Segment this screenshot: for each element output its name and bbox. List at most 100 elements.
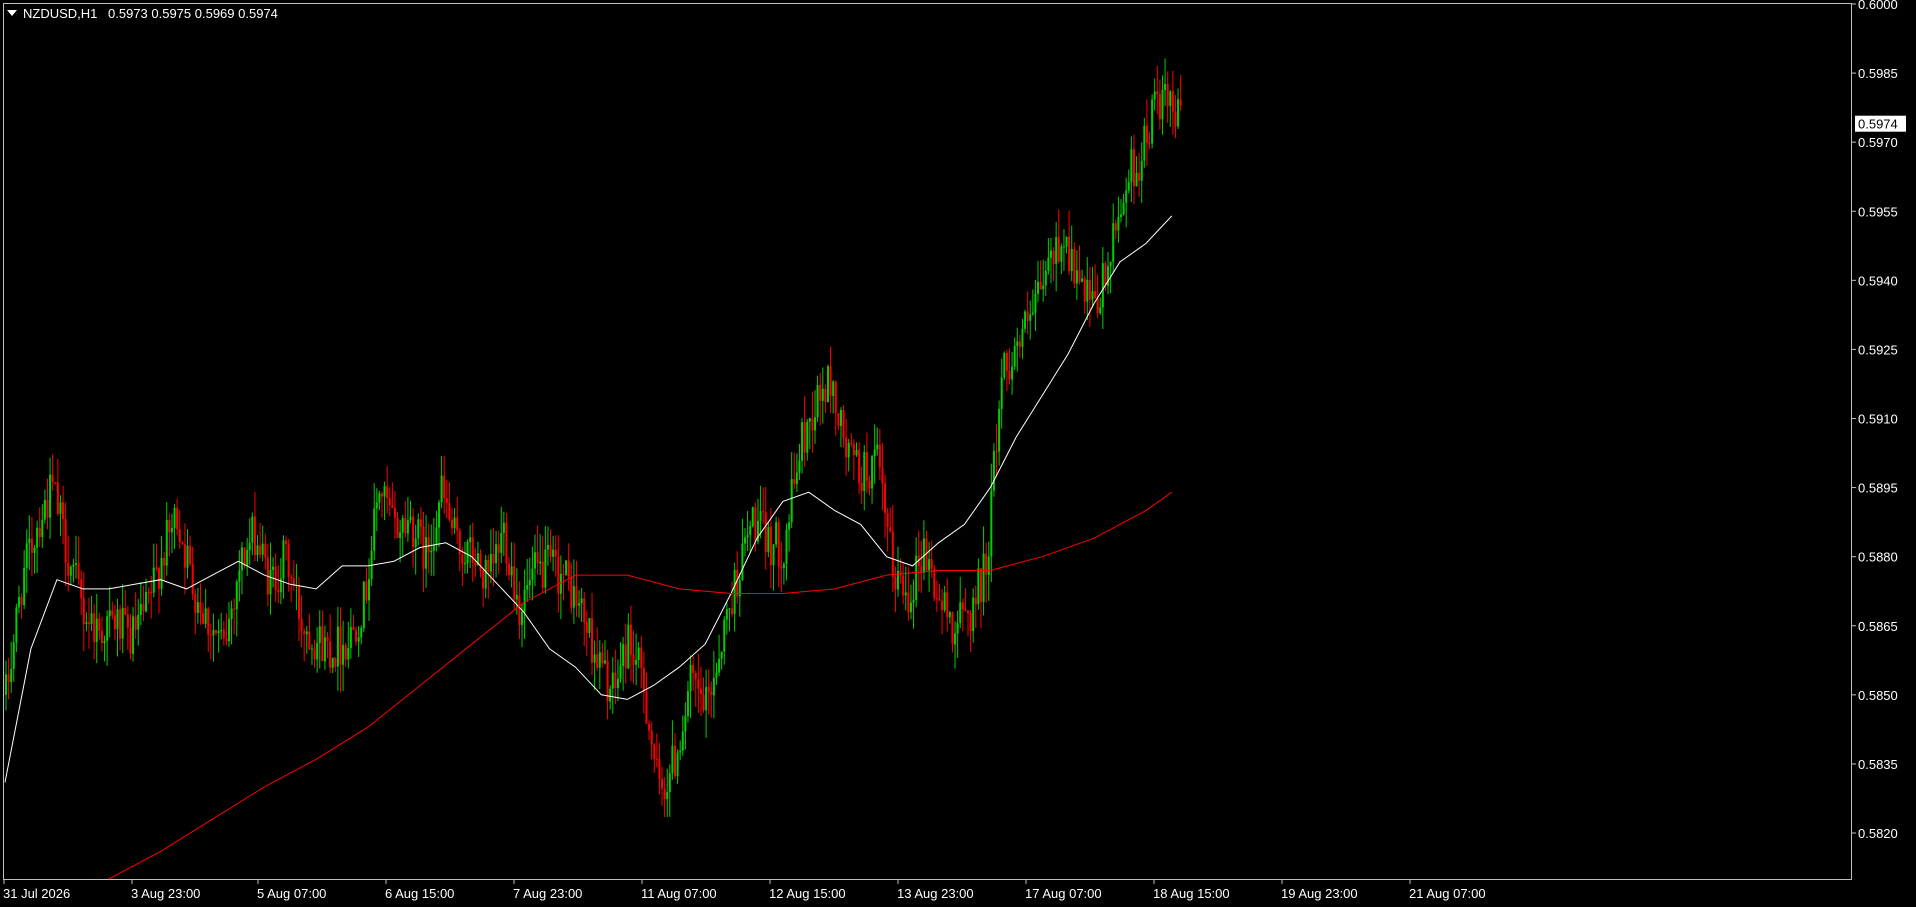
candle-body [194, 594, 197, 613]
candle-body [5, 674, 7, 695]
candle-body [1130, 149, 1133, 182]
candle-body [1101, 263, 1104, 308]
candle-body [326, 637, 329, 642]
candle-body [1011, 366, 1014, 380]
candle-body [777, 522, 780, 567]
candle-body [609, 688, 612, 702]
candle-body [1037, 281, 1040, 294]
candle-body [793, 479, 796, 484]
x-tick-label: 18 Aug 15:00 [1153, 886, 1230, 901]
candle-body [380, 493, 383, 497]
candle-body [173, 507, 176, 529]
x-tick-label: 6 Aug 15:00 [385, 886, 454, 901]
candle-body [85, 622, 88, 624]
candle-body [557, 556, 560, 594]
candle-body [82, 597, 85, 624]
x-tick-label: 7 Aug 23:00 [513, 886, 582, 901]
candle-body [240, 547, 243, 571]
candle-body [894, 577, 897, 590]
candle-body [336, 626, 339, 667]
candle-body [751, 507, 754, 527]
candle-body [191, 563, 194, 595]
candle-body [982, 553, 985, 602]
candle-body [891, 531, 894, 578]
candle-body [699, 688, 702, 695]
candle-body [20, 596, 23, 606]
candle-body [445, 498, 448, 504]
candle-body [1042, 285, 1045, 290]
candle-body [38, 527, 41, 538]
candle-body [642, 667, 645, 692]
candle-body [248, 542, 251, 550]
candle-body [1112, 223, 1115, 262]
candle-body [585, 622, 588, 633]
candle-body [795, 472, 798, 484]
candle-body [7, 674, 10, 683]
candle-body [671, 745, 674, 774]
candle-body [461, 554, 464, 565]
y-tick-label: 0.5985 [1858, 66, 1898, 81]
candle-body [1117, 216, 1120, 231]
y-tick-label: 0.5910 [1858, 412, 1898, 427]
x-tick-label: 21 Aug 07:00 [1409, 886, 1486, 901]
candle-body [137, 614, 140, 630]
candle-body [196, 602, 199, 613]
candle-body [759, 511, 762, 521]
candle-body [121, 607, 124, 639]
y-tick-label: 0.5895 [1858, 481, 1898, 496]
candle-body [1179, 99, 1182, 106]
candle-body [482, 570, 485, 589]
x-tick-label: 31 Jul 2026 [3, 886, 70, 901]
candle-body [1086, 279, 1089, 302]
candle-body [951, 612, 954, 645]
candle-body [616, 678, 619, 689]
candle-body [404, 517, 407, 534]
candle-body [419, 519, 422, 527]
x-tick-label: 17 Aug 07:00 [1025, 886, 1102, 901]
candle-body [533, 552, 536, 569]
candle-body [515, 595, 518, 600]
candle-body [1049, 250, 1052, 258]
candle-body [909, 602, 912, 613]
candle-body [139, 604, 142, 615]
candle-body [212, 630, 215, 636]
candle-body [334, 657, 337, 667]
candle-body [438, 502, 441, 528]
candle-body [181, 542, 184, 545]
candle-body [889, 527, 892, 532]
candle-body [466, 541, 469, 564]
candle-body [1145, 125, 1148, 143]
chart-window[interactable]: 0.6000 0.5985 0.5970 0.5955 0.5940 0.5925 0.59… [0, 0, 1916, 907]
y-tick-label: 0.5850 [1858, 688, 1898, 703]
candle-body [788, 522, 791, 530]
candle-body [1169, 91, 1172, 106]
candle-body [489, 553, 492, 572]
candle-body [684, 716, 687, 732]
candle-body [1177, 99, 1180, 127]
candle-body [142, 604, 145, 612]
candle-body [500, 532, 503, 553]
candle-body [858, 449, 861, 484]
candle-body [12, 642, 15, 669]
candle-body [1013, 345, 1016, 367]
price-chart[interactable]: 0.6000 0.5985 0.5970 0.5955 0.5940 0.5925 0.59… [0, 0, 1916, 907]
chart-header[interactable]: NZDUSD,H1 0.5973 0.5975 0.5969 0.5974 [7, 6, 278, 21]
candle-body [531, 568, 534, 580]
candle-body [668, 773, 671, 793]
candle-body [155, 567, 158, 569]
candle-body [344, 645, 347, 660]
candle-body [362, 581, 365, 629]
candle-body [808, 418, 811, 422]
candle-body [886, 513, 889, 528]
candle-body [93, 613, 96, 642]
y-tick-label: 0.5835 [1858, 757, 1898, 772]
candle-body [790, 479, 793, 523]
candle-body [990, 490, 993, 557]
candle-body [25, 543, 28, 568]
candle-body [484, 559, 487, 589]
x-tick-label: 5 Aug 07:00 [257, 886, 326, 901]
candle-body [106, 616, 109, 641]
candle-body [165, 519, 168, 566]
candle-body [69, 566, 72, 576]
candle-body [1062, 246, 1065, 248]
